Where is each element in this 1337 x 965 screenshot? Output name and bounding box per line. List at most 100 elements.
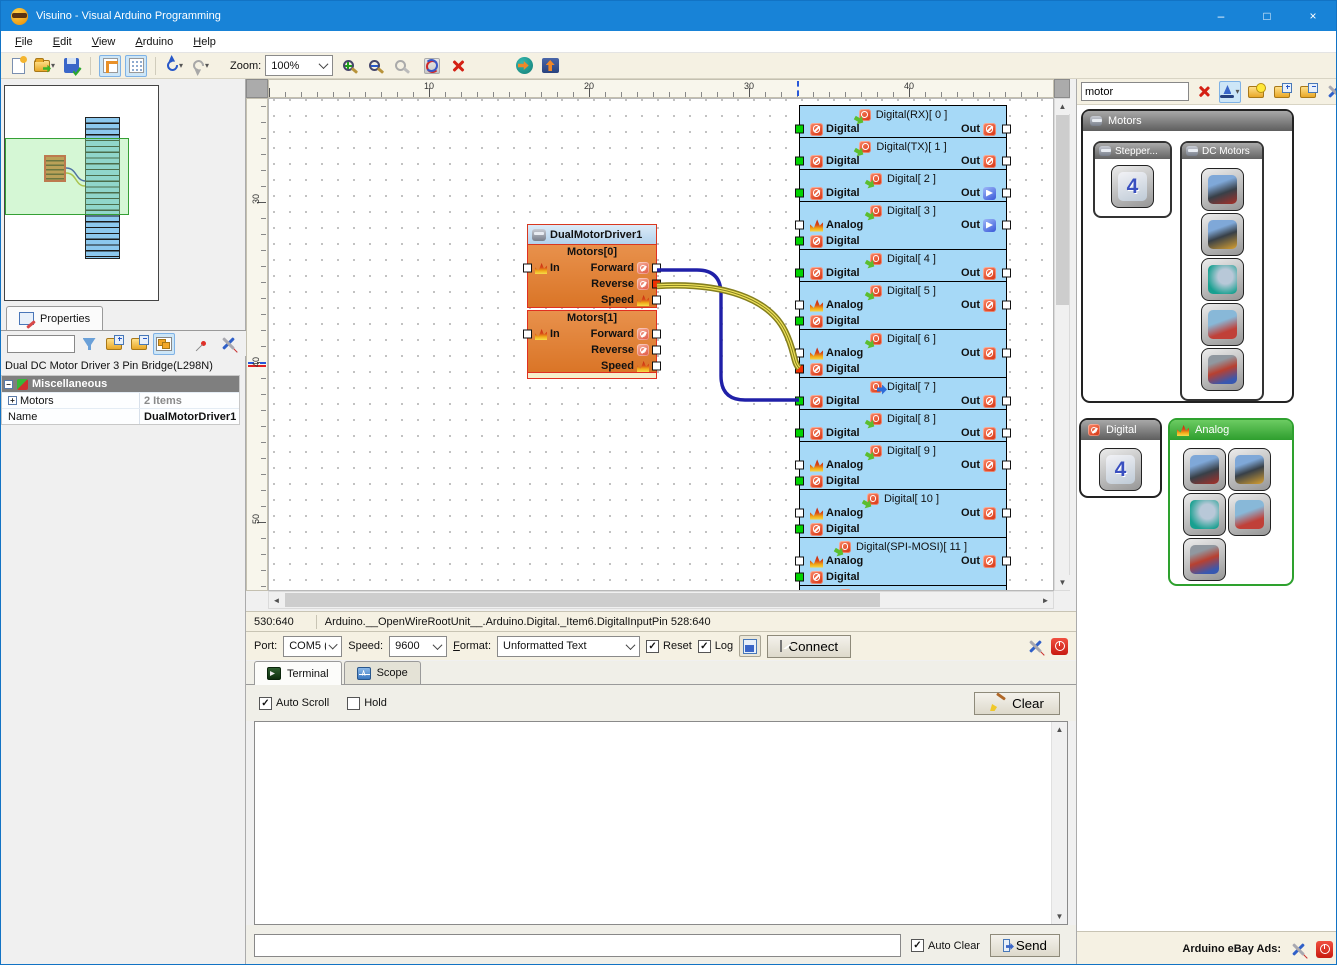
- expand-all-button[interactable]: [103, 333, 125, 355]
- out-pin-connector[interactable]: [1002, 429, 1011, 438]
- digital-pin-connector[interactable]: [795, 397, 804, 406]
- hold-checkbox[interactable]: Hold: [347, 697, 387, 710]
- horizontal-scroll-thumb[interactable]: [285, 593, 880, 607]
- undo-button[interactable]: ▾: [164, 55, 186, 77]
- palette-expand-all-button[interactable]: [1271, 81, 1293, 103]
- collapse-icon[interactable]: −: [4, 380, 13, 389]
- output-pin-connector[interactable]: [652, 296, 661, 305]
- delete-button[interactable]: [447, 55, 469, 77]
- properties-filter-input[interactable]: [7, 335, 75, 353]
- output-pin-connector[interactable]: [652, 280, 661, 289]
- scroll-up-arrow[interactable]: ▲: [1052, 722, 1067, 737]
- out-pin-connector[interactable]: [1002, 125, 1011, 134]
- stepper-subcategory-header[interactable]: Stepper...: [1095, 143, 1170, 159]
- analog-category-header[interactable]: Analog: [1170, 420, 1292, 440]
- analog-pin-connector[interactable]: [795, 509, 804, 518]
- scroll-left-arrow[interactable]: ◄: [269, 593, 284, 608]
- terminal-scrollbar[interactable]: ▲ ▼: [1051, 722, 1067, 924]
- compile-button[interactable]: [513, 55, 535, 77]
- tab-scope[interactable]: Scope: [344, 661, 421, 684]
- digital-category-header[interactable]: Digital: [1081, 420, 1160, 440]
- connect-button[interactable]: Connect: [767, 635, 851, 658]
- upload-to-arduino-button[interactable]: [539, 55, 561, 77]
- open-dropdown-icon[interactable]: ▾: [51, 61, 55, 70]
- scroll-down-arrow[interactable]: ▼: [1052, 909, 1067, 924]
- category-analog[interactable]: Analog: [1168, 418, 1294, 586]
- scroll-up-arrow[interactable]: ▲: [1055, 99, 1070, 114]
- autoclear-checkbox[interactable]: ✓Auto Clear: [911, 939, 980, 952]
- wizard-button[interactable]: ▾: [1219, 81, 1241, 103]
- zoom-combobox[interactable]: 100%: [265, 55, 333, 76]
- properties-settings-button[interactable]: [217, 333, 239, 355]
- board-pin-row[interactable]: Digital[ 4 ]DigitalOut: [800, 250, 1006, 282]
- overview-viewport-rect[interactable]: [5, 138, 129, 215]
- close-button[interactable]: ×: [1290, 1, 1336, 31]
- analog-pin-connector[interactable]: [795, 461, 804, 470]
- dc-motors-subcategory-header[interactable]: DC Motors: [1182, 143, 1262, 159]
- stepper-motor-icon[interactable]: 4: [1111, 165, 1154, 208]
- dc-motor-icon[interactable]: [1201, 258, 1244, 301]
- properties-category-header[interactable]: − Miscellaneous: [2, 376, 239, 392]
- wizard-dropdown-icon[interactable]: ▾: [1235, 87, 1239, 96]
- menu-arduino[interactable]: Arduino: [125, 33, 183, 51]
- component-dualmotordriver1[interactable]: DualMotorDriver1 Motors[0]InForwardRever…: [527, 224, 657, 379]
- digital-pin-connector[interactable]: [795, 189, 804, 198]
- component-header[interactable]: DualMotorDriver1: [527, 224, 657, 245]
- terminal-output[interactable]: ▲ ▼: [254, 721, 1068, 925]
- scroll-right-arrow[interactable]: ►: [1038, 593, 1053, 608]
- motor-driver-gear-icon[interactable]: [1228, 448, 1271, 491]
- out-pin-connector[interactable]: [1002, 157, 1011, 166]
- digital-pin-connector[interactable]: [795, 573, 804, 582]
- autoscroll-checkbox[interactable]: ✓Auto Scroll: [259, 697, 329, 710]
- output-pin-connector[interactable]: [652, 346, 661, 355]
- checkbox-checked-icon[interactable]: ✓: [698, 640, 711, 653]
- ads-settings-icon[interactable]: [1291, 942, 1306, 957]
- out-pin-connector[interactable]: [1002, 509, 1011, 518]
- analog-pin-connector[interactable]: [795, 221, 804, 230]
- stepper-motor-icon[interactable]: 4: [1099, 448, 1142, 491]
- speed-combobox[interactable]: 9600: [389, 636, 447, 657]
- property-value[interactable]: 2 Items: [140, 393, 239, 408]
- categorized-view-button[interactable]: [153, 333, 175, 355]
- category-digital[interactable]: Digital 4: [1079, 418, 1162, 498]
- zoom-reset-button[interactable]: [389, 55, 411, 77]
- palette-settings-button[interactable]: [1323, 81, 1337, 103]
- driver-board-icon[interactable]: [1201, 303, 1244, 346]
- motors-category-header[interactable]: Motors: [1083, 111, 1292, 131]
- reset-checkbox[interactable]: ✓Reset: [646, 640, 692, 653]
- motor-driver-icon[interactable]: [1201, 168, 1244, 211]
- out-pin-connector[interactable]: [1002, 301, 1011, 310]
- tab-properties[interactable]: Properties: [6, 306, 103, 330]
- power-icon[interactable]: [1051, 638, 1068, 655]
- board-pin-row[interactable]: Digital[ 5 ]AnalogOutDigital: [800, 282, 1006, 330]
- board-pin-row[interactable]: Digital(RX)[ 0 ]DigitalOut: [800, 106, 1006, 138]
- digital-pin-connector[interactable]: [795, 157, 804, 166]
- new-project-button[interactable]: [7, 55, 29, 77]
- out-pin-connector[interactable]: [1002, 349, 1011, 358]
- design-canvas[interactable]: Digital(RX)[ 0 ]DigitalOutDigital(TX)[ 1…: [268, 98, 1054, 591]
- dc-motor-icon[interactable]: [1183, 493, 1226, 536]
- minimize-button[interactable]: –: [1198, 1, 1244, 31]
- expand-icon[interactable]: +: [8, 396, 17, 405]
- checkbox-checked-icon[interactable]: ✓: [911, 939, 924, 952]
- board-pin-row[interactable]: Digital[ 3 ]AnalogOutDigital: [800, 202, 1006, 250]
- property-row[interactable]: NameDualMotorDriver1: [2, 408, 239, 424]
- in-pin-connector[interactable]: [523, 264, 532, 273]
- out-pin-connector[interactable]: [1002, 221, 1011, 230]
- pin-panel-button[interactable]: [192, 333, 214, 355]
- out-pin-connector[interactable]: [1002, 269, 1011, 278]
- out-pin-connector[interactable]: [1002, 189, 1011, 198]
- checkbox-unchecked-icon[interactable]: [347, 697, 360, 710]
- zoom-out-button[interactable]: [363, 55, 385, 77]
- analog-pin-connector[interactable]: [795, 557, 804, 566]
- redo-dropdown-icon[interactable]: ▾: [205, 61, 209, 70]
- palette-collapse-all-button[interactable]: [1297, 81, 1319, 103]
- digital-pin-connector[interactable]: [795, 429, 804, 438]
- output-pin-connector[interactable]: [652, 362, 661, 371]
- board-pin-row[interactable]: Digital[ 8 ]DigitalOut: [800, 410, 1006, 442]
- robot-chassis-icon[interactable]: [1183, 538, 1226, 581]
- tab-terminal[interactable]: Terminal: [254, 661, 342, 685]
- output-pin-connector[interactable]: [652, 264, 661, 273]
- arduino-board-component[interactable]: Digital(RX)[ 0 ]DigitalOutDigital(TX)[ 1…: [799, 105, 1007, 591]
- ads-power-icon[interactable]: [1316, 941, 1333, 958]
